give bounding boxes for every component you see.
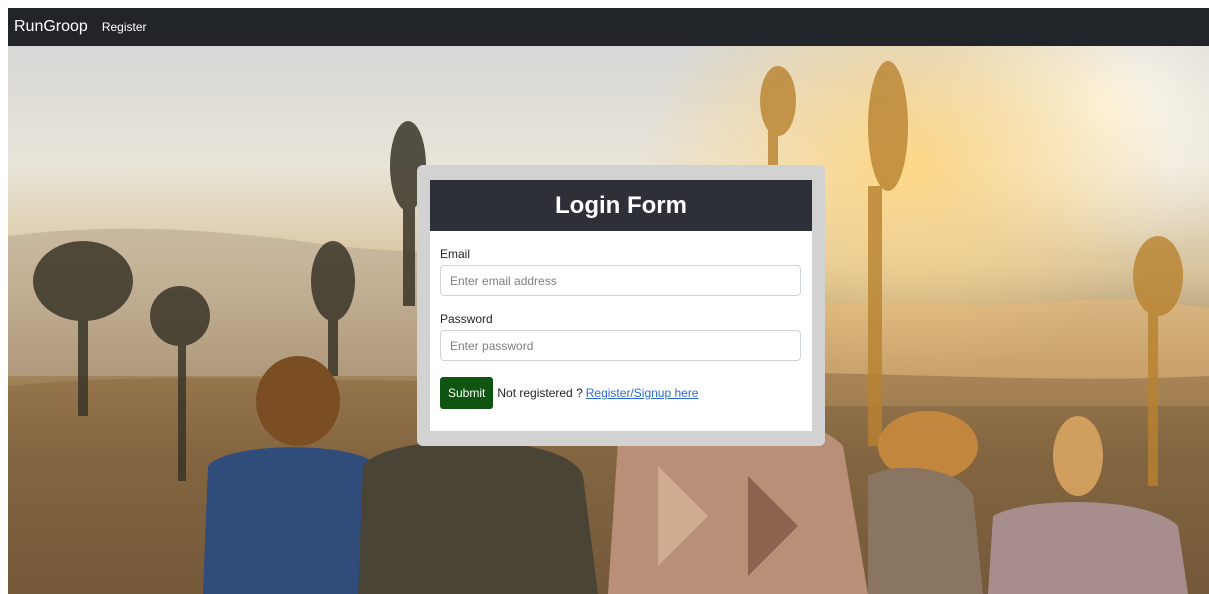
email-label: Email [440,247,471,261]
brand-link[interactable]: RunGroop [14,18,88,36]
form-actions: Submit Not registered ? Register/Signup … [440,377,802,409]
password-group: Password [440,312,802,361]
hero-background: Login Form Email Password Submit Not reg… [8,46,1209,594]
email-group: Email [440,247,802,296]
password-input[interactable] [440,330,801,361]
app-frame: RunGroop Register Login Form Email Enter… [8,8,1209,594]
email-input[interactable] [440,265,801,296]
top-navbar: RunGroop Register [8,8,1209,46]
password-label: Password [440,312,493,326]
login-form: Email Password Submit Not registered ? R… [430,231,812,431]
submit-button[interactable]: Submit [440,377,494,409]
signup-prompt: Not registered ? [497,386,583,400]
signup-link[interactable]: Register/Signup here [586,386,699,400]
login-card: Login Form Email Password Submit Not reg… [430,180,812,431]
nav-register-link[interactable]: Register [102,20,147,34]
login-form-title: Login Form [430,180,812,231]
login-card-wrapper: Login Form Email Password Submit Not reg… [417,165,825,446]
